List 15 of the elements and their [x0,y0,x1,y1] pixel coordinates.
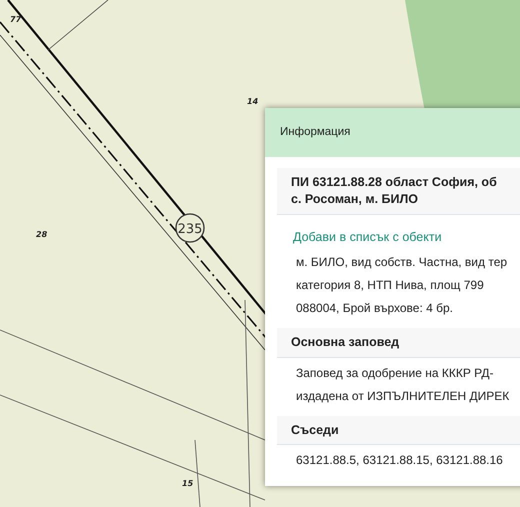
section-heading: Основна заповед [277,328,520,358]
section-heading: Съседи [277,416,520,446]
parcel-heading: ПИ 63121.88.28 област София, об с. Росоман, м. БИЛО [277,168,520,215]
parcel-number: 28 [36,230,48,239]
parcel-number: 14 [247,97,258,106]
road-number: 235 [178,222,202,237]
parcel-number: 15 [182,479,194,488]
parcel-boundary [48,0,108,50]
panel-title: Информация [280,124,350,140]
parcel-number: 77 [10,15,22,24]
section-text: Заповед за одобрение на КККР РД- издадена от ИЗПЪЛНИТЕЛЕН ДИРЕК [295,364,510,404]
add-to-list-link[interactable]: Добави в списък с обекти [293,230,442,244]
section-text: 63121.88.5, 63121.88.15, 63121.88.16 [295,452,504,470]
road-number-ring [175,213,205,243]
parcel-description: м. БИЛО, вид собств. Частна, вид тер категория 8, НТП Нива, площ 799 088004, Брой върхове: 4 бр. [295,254,508,317]
